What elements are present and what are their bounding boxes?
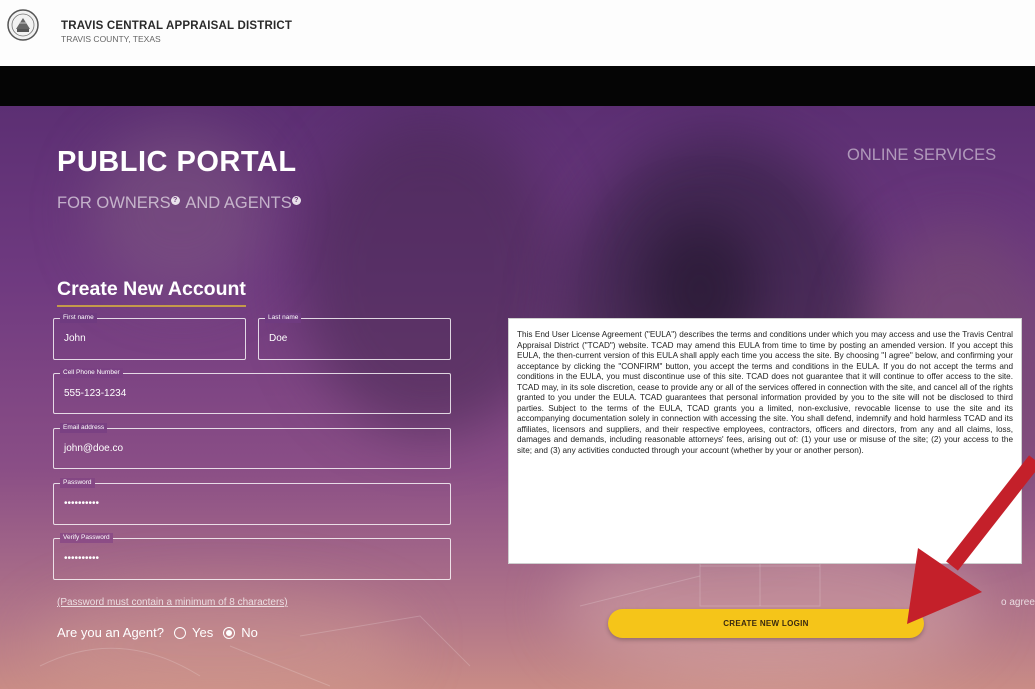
- agent-question-label: Are you an Agent?: [57, 625, 164, 640]
- help-icon-owners[interactable]: ?: [170, 195, 180, 205]
- county-seal-icon[interactable]: [7, 9, 39, 41]
- eula-text: This End User License Agreement ("EULA")…: [517, 330, 1013, 456]
- agent-yes-radio[interactable]: [173, 626, 186, 639]
- page-title: PUBLIC PORTAL: [57, 146, 297, 178]
- password-field[interactable]: Password ••••••••••: [53, 478, 451, 525]
- page-subtitle: FOR OWNERS? AND AGENTS?: [57, 194, 303, 213]
- verify-password-field[interactable]: Verify Password ••••••••••: [53, 533, 451, 580]
- phone-field[interactable]: Cell Phone Number 555-123-1234: [53, 368, 451, 414]
- email-field[interactable]: Email address john@doe.co: [53, 423, 451, 469]
- navigation-bar: [0, 66, 1035, 106]
- phone-value[interactable]: 555-123-1234: [64, 388, 126, 399]
- agent-yes-label[interactable]: Yes: [192, 625, 213, 640]
- verify-password-value[interactable]: ••••••••••: [64, 553, 99, 564]
- create-new-login-button[interactable]: CREATE NEW LOGIN: [608, 609, 924, 638]
- first-name-field[interactable]: First name John: [53, 313, 246, 360]
- last-name-label: Last name: [265, 313, 302, 323]
- subtitle-owners: FOR OWNERS: [57, 194, 171, 212]
- first-name-label: First name: [60, 313, 97, 323]
- password-label: Password: [60, 478, 95, 488]
- create-account-heading: Create New Account: [57, 278, 246, 307]
- agree-label-fragment[interactable]: o agree: [1001, 597, 1035, 608]
- password-value[interactable]: ••••••••••: [64, 498, 99, 509]
- agent-no-radio[interactable]: [223, 626, 236, 639]
- email-label: Email address: [60, 423, 108, 433]
- org-subtitle: TRAVIS COUNTY, TEXAS: [61, 34, 161, 44]
- agent-question-row: Are you an Agent? Yes No: [57, 625, 258, 640]
- first-name-value[interactable]: John: [64, 333, 86, 344]
- password-requirement-note[interactable]: (Password must contain a minimum of 8 ch…: [57, 597, 288, 608]
- eula-textbox[interactable]: This End User License Agreement ("EULA")…: [508, 318, 1022, 564]
- agent-no-label[interactable]: No: [241, 625, 258, 640]
- verify-password-label: Verify Password: [60, 533, 113, 543]
- last-name-field[interactable]: Last name Doe: [258, 313, 451, 360]
- phone-label: Cell Phone Number: [60, 368, 123, 378]
- email-value[interactable]: john@doe.co: [64, 443, 123, 454]
- org-name[interactable]: TRAVIS CENTRAL APPRAISAL DISTRICT: [61, 20, 292, 32]
- last-name-value[interactable]: Doe: [269, 333, 287, 344]
- online-services-link[interactable]: ONLINE SERVICES: [847, 146, 996, 165]
- subtitle-agents: AND AGENTS: [181, 194, 292, 212]
- site-header: TRAVIS CENTRAL APPRAISAL DISTRICT TRAVIS…: [0, 0, 1035, 67]
- help-icon-agents[interactable]: ?: [291, 195, 301, 205]
